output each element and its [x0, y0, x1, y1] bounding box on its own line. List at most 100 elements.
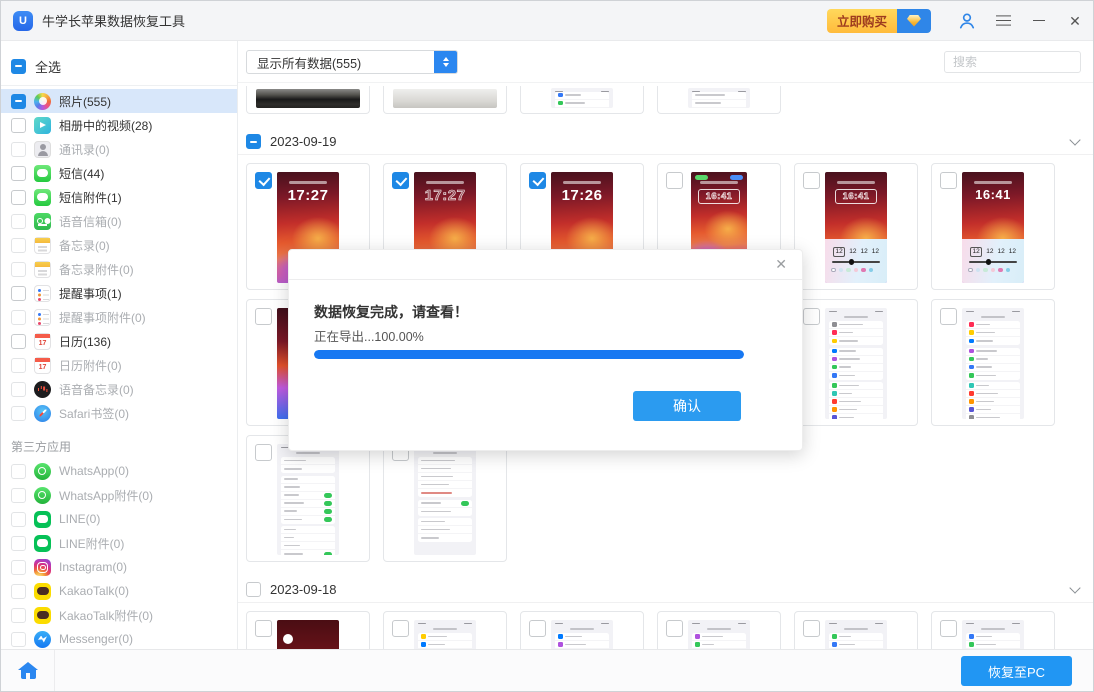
checkbox[interactable] [803, 172, 820, 189]
sidebar-item-messenger[interactable]: Messenger(0) [1, 627, 237, 649]
checkbox[interactable] [11, 608, 26, 623]
checkbox[interactable] [11, 94, 26, 109]
checkbox[interactable] [11, 632, 26, 647]
filter-dropdown[interactable]: 显示所有数据(555) [246, 50, 458, 74]
sidebar-item-reminders[interactable]: 提醒事项附件(0) [1, 305, 237, 329]
collapse-chevron-icon[interactable] [1069, 582, 1080, 593]
sidebar-item-calendar[interactable]: 日历附件(0) [1, 353, 237, 377]
checkbox[interactable] [11, 286, 26, 301]
sidebar-item-videos[interactable]: 相册中的视频(28) [1, 113, 237, 137]
photo-card[interactable]: 1212121216:41 [794, 163, 918, 290]
dropdown-arrows-icon[interactable] [434, 51, 457, 73]
checkbox[interactable] [392, 172, 409, 189]
checkbox[interactable] [803, 308, 820, 325]
photo-card[interactable] [246, 435, 370, 562]
buy-now-button[interactable]: 立即购买 [827, 9, 931, 33]
checkbox[interactable] [666, 620, 683, 637]
size-slider[interactable] [969, 261, 1017, 263]
sidebar-item-photos[interactable]: 照片(555) [1, 89, 237, 113]
sidebar-item-messages[interactable]: 短信(44) [1, 161, 237, 185]
photo-card-partial[interactable] [246, 86, 370, 114]
checkbox[interactable] [940, 308, 957, 325]
checkbox[interactable] [255, 620, 272, 637]
sidebar-item-line[interactable]: LINE附件(0) [1, 531, 237, 555]
sidebar-item-voicemail[interactable]: 语音信箱(0) [1, 209, 237, 233]
checkbox[interactable] [255, 444, 272, 461]
sidebar-item-contacts[interactable]: 通讯录(0) [1, 137, 237, 161]
collapse-chevron-icon[interactable] [1069, 134, 1080, 145]
photo-card-partial[interactable] [520, 86, 644, 114]
sidebar-item-whatsapp[interactable]: WhatsApp(0) [1, 459, 237, 483]
photo-card[interactable] [520, 611, 644, 649]
checkbox[interactable] [666, 172, 683, 189]
photo-card[interactable] [383, 611, 507, 649]
sidebar-item-kakaotalk[interactable]: KakaoTalk附件(0) [1, 603, 237, 627]
checkbox[interactable] [11, 118, 26, 133]
confirm-button[interactable]: 确认 [633, 391, 741, 421]
search-box[interactable] [944, 51, 1081, 73]
checkbox[interactable] [11, 262, 26, 277]
sidebar-item-line[interactable]: LINE(0) [1, 507, 237, 531]
checkbox[interactable] [11, 238, 26, 253]
buy-now-label[interactable]: 立即购买 [827, 9, 897, 33]
checkbox[interactable] [940, 620, 957, 637]
sidebar-item-voicememo[interactable]: 语音备忘录(0) [1, 377, 237, 401]
checkbox[interactable] [246, 134, 261, 149]
select-all-checkbox[interactable] [11, 59, 26, 74]
checkbox[interactable] [11, 512, 26, 527]
checkbox[interactable] [11, 166, 26, 181]
photo-card[interactable] [657, 611, 781, 649]
home-button[interactable] [18, 662, 38, 679]
sidebar-item-kakaotalk[interactable]: KakaoTalk(0) [1, 579, 237, 603]
sidebar-item-calendar[interactable]: 日历(136) [1, 329, 237, 353]
checkbox[interactable] [11, 584, 26, 599]
checkbox[interactable] [11, 214, 26, 229]
photo-card[interactable] [931, 611, 1055, 649]
checkbox[interactable] [11, 536, 26, 551]
sidebar-item-whatsapp[interactable]: WhatsApp附件(0) [1, 483, 237, 507]
search-input[interactable] [945, 55, 1094, 69]
size-slider[interactable] [832, 261, 880, 263]
checkbox[interactable] [529, 172, 546, 189]
photo-card-partial[interactable] [383, 86, 507, 114]
sidebar-item-messages[interactable]: 短信附件(1) [1, 185, 237, 209]
photo-card[interactable] [794, 299, 918, 426]
checkbox[interactable] [11, 190, 26, 205]
sidebar-item-instagram[interactable]: Instagram(0) [1, 555, 237, 579]
account-button[interactable] [949, 1, 985, 41]
select-all-row[interactable]: 全选 [11, 54, 237, 78]
sidebar-item-safari[interactable]: Safari书签(0) [1, 401, 237, 425]
photo-card[interactable] [794, 611, 918, 649]
sidebar-item-notes[interactable]: 备忘录(0) [1, 233, 237, 257]
checkbox[interactable] [11, 488, 26, 503]
checkbox[interactable] [246, 582, 261, 597]
close-button[interactable]: ✕ [1057, 1, 1093, 41]
photo-card[interactable] [383, 435, 507, 562]
checkbox[interactable] [255, 308, 272, 325]
checkbox[interactable] [11, 382, 26, 397]
checkbox[interactable] [529, 620, 546, 637]
recover-to-pc-button[interactable]: 恢复至PC [961, 656, 1072, 686]
checkbox[interactable] [255, 172, 272, 189]
checkbox[interactable] [11, 406, 26, 421]
sidebar-item-notes[interactable]: 备忘录附件(0) [1, 257, 237, 281]
photo-card[interactable] [931, 299, 1055, 426]
checkbox[interactable] [11, 560, 26, 575]
minimize-button[interactable] [1021, 1, 1057, 41]
checkbox[interactable] [392, 620, 409, 637]
discount-badge[interactable] [897, 9, 931, 33]
checkbox[interactable] [11, 142, 26, 157]
settings-title-bar [844, 316, 868, 318]
checkbox[interactable] [803, 620, 820, 637]
dialog-close-icon[interactable]: ✕ [775, 257, 787, 271]
checkbox[interactable] [11, 464, 26, 479]
photo-card[interactable] [246, 611, 370, 649]
sidebar-item-reminders[interactable]: 提醒事项(1) [1, 281, 237, 305]
checkbox[interactable] [940, 172, 957, 189]
checkbox[interactable] [11, 358, 26, 373]
menu-button[interactable] [985, 1, 1021, 41]
photo-card-partial[interactable] [657, 86, 781, 114]
checkbox[interactable] [11, 310, 26, 325]
photo-card[interactable]: 1212121216:41 [931, 163, 1055, 290]
checkbox[interactable] [11, 334, 26, 349]
